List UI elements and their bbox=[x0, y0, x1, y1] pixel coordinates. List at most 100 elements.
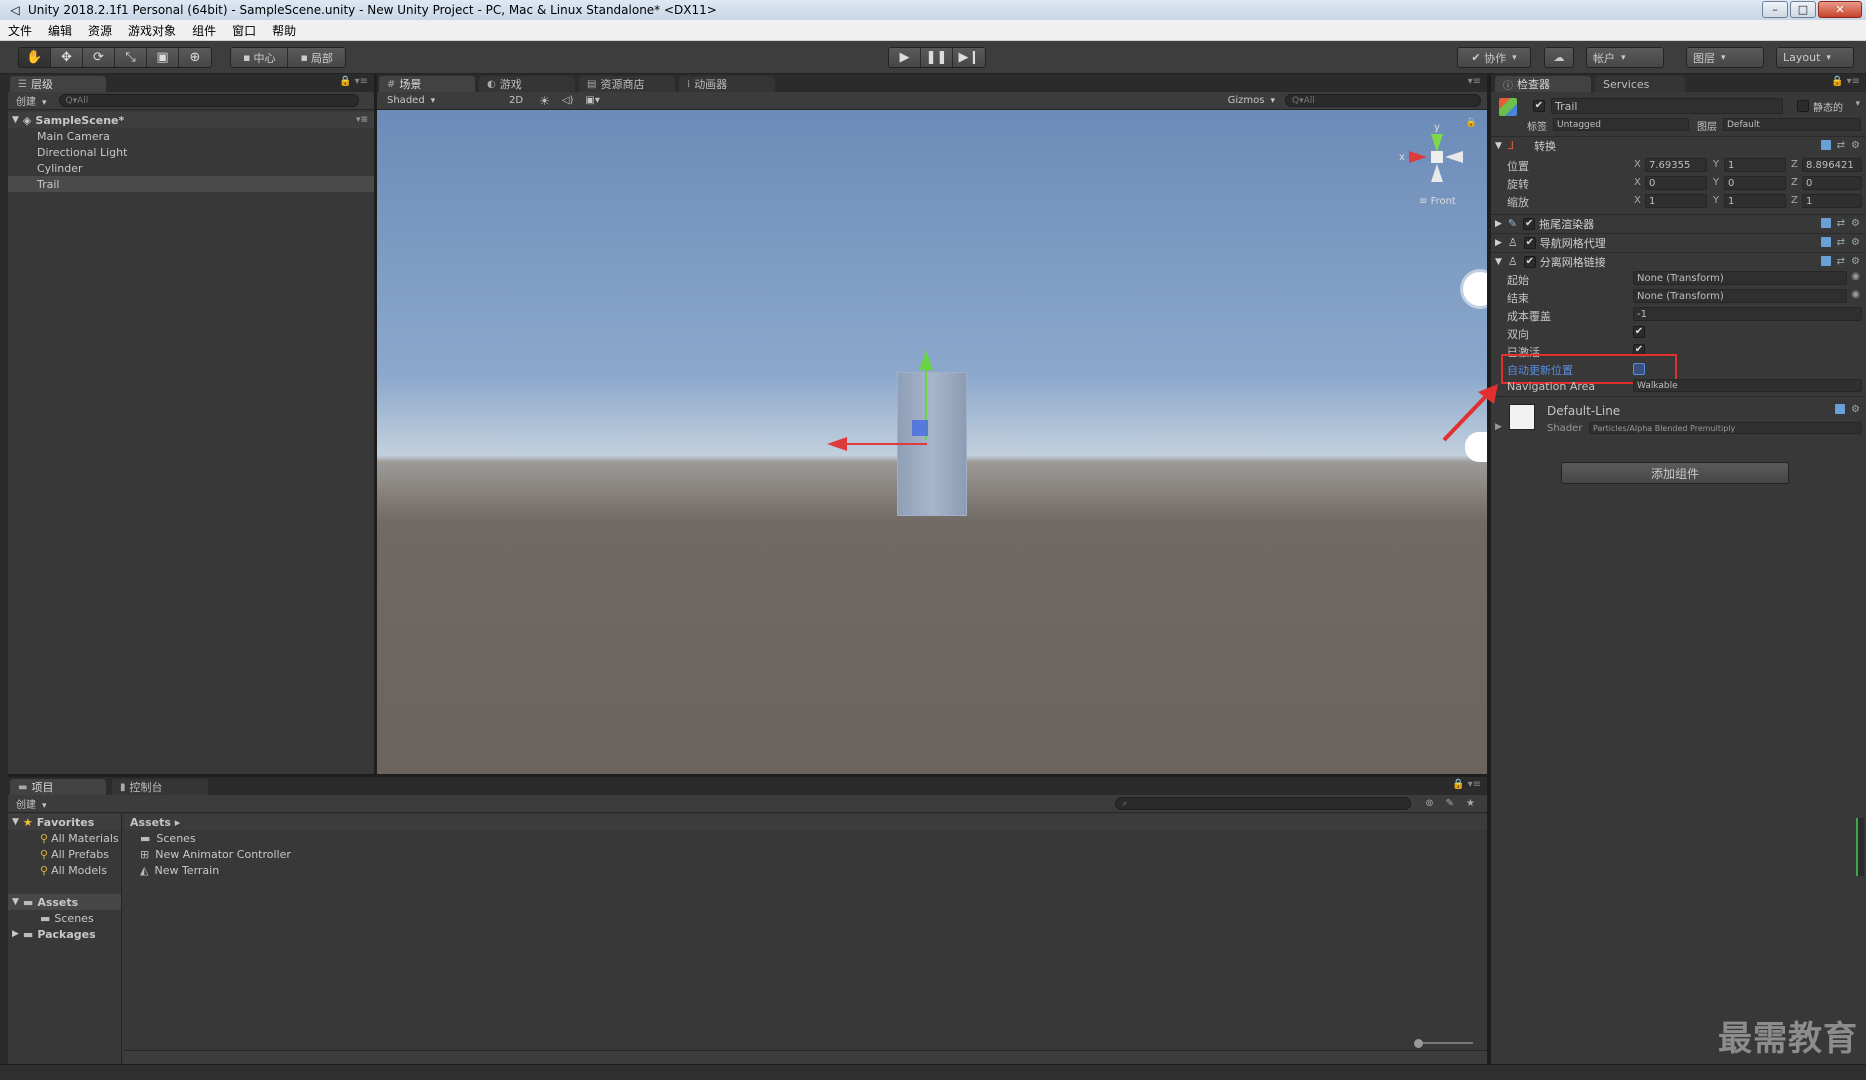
favorites-row[interactable]: ▼ ★ Favorites bbox=[8, 814, 121, 830]
help-book-icon[interactable] bbox=[1820, 237, 1831, 247]
navigation-area-dropdown[interactable]: Walkable bbox=[1633, 379, 1862, 392]
start-transform-field[interactable]: None (Transform) bbox=[1633, 271, 1847, 285]
maximize-button[interactable]: □ bbox=[1790, 1, 1816, 18]
position-y-input[interactable]: 1 bbox=[1724, 158, 1786, 172]
scale-tool-icon[interactable]: ⤡ bbox=[115, 48, 147, 67]
object-name-input[interactable]: Trail bbox=[1551, 98, 1783, 114]
minimize-button[interactable]: – bbox=[1762, 1, 1788, 18]
breadcrumb[interactable]: Assets ▸ bbox=[124, 814, 1487, 830]
assets-folder-item[interactable]: ▬ Scenes bbox=[8, 910, 121, 926]
static-checkbox[interactable] bbox=[1797, 100, 1809, 112]
scene-row[interactable]: ▼ ◈ SampleScene* ▾≡ bbox=[8, 112, 374, 128]
filter-type-icon[interactable]: ⊚ bbox=[1425, 798, 1433, 809]
layer-dropdown[interactable]: Default bbox=[1723, 118, 1861, 131]
hierarchy-item[interactable]: Main Camera bbox=[8, 128, 374, 144]
gizmo-z-cone-icon[interactable] bbox=[1445, 151, 1463, 163]
end-transform-field[interactable]: None (Transform) bbox=[1633, 289, 1847, 303]
panel-lock-menu-icon[interactable]: 🔒 ▾≡ bbox=[339, 76, 368, 87]
tag-dropdown[interactable]: Untagged bbox=[1553, 118, 1689, 131]
help-book-icon[interactable] bbox=[1820, 256, 1831, 266]
icon-size-slider[interactable] bbox=[1417, 1042, 1473, 1044]
rotation-z-input[interactable]: 0 bbox=[1802, 176, 1862, 190]
settings-gear-icon[interactable]: ⚙ bbox=[1851, 218, 1860, 229]
position-x-input[interactable]: 7.69355 bbox=[1645, 158, 1707, 172]
move-gizmo-y-arrow-icon[interactable] bbox=[919, 350, 933, 370]
tab-inspector[interactable]: ⓘ 检查器 bbox=[1495, 76, 1591, 92]
tab-services[interactable]: Services bbox=[1595, 76, 1685, 92]
menu-component[interactable]: 组件 bbox=[192, 22, 216, 39]
favorite-item[interactable]: ⚲ All Materials bbox=[8, 830, 121, 846]
foldout-arrow-icon[interactable]: ▼ bbox=[1495, 141, 1502, 151]
position-z-input[interactable]: 8.896421 bbox=[1802, 158, 1862, 172]
add-component-button[interactable]: 添加组件 bbox=[1561, 462, 1789, 484]
effects-dropdown-icon[interactable]: ▣▾ bbox=[585, 95, 599, 106]
gizmos-dropdown[interactable]: Gizmos bbox=[1228, 95, 1275, 106]
project-lock-menu-icon[interactable]: 🔒 ▾≡ bbox=[1452, 779, 1481, 790]
inspector-scrollbar[interactable] bbox=[1856, 818, 1864, 876]
play-button[interactable]: ▶ bbox=[889, 48, 921, 67]
foldout-arrow-icon[interactable]: ▶ bbox=[1495, 238, 1502, 248]
scene-viewport[interactable]: y x ≡ Front 🔒 bbox=[377, 110, 1487, 774]
favorite-star-icon[interactable]: ★ bbox=[1466, 798, 1475, 809]
preset-icon[interactable]: ⇄ bbox=[1837, 218, 1845, 229]
scene-menu-icon[interactable]: ▾≡ bbox=[356, 115, 368, 125]
help-book-icon[interactable] bbox=[1835, 404, 1846, 414]
transform-tool-icon[interactable]: ⊕ bbox=[179, 48, 211, 67]
splitter[interactable] bbox=[374, 74, 377, 774]
pause-button[interactable]: ❚❚ bbox=[921, 48, 953, 67]
offmesh-link-enabled-checkbox[interactable]: ✔ bbox=[1523, 255, 1536, 268]
help-book-icon[interactable] bbox=[1820, 218, 1831, 228]
project-create-dropdown[interactable]: 创建 bbox=[16, 796, 47, 811]
preset-icon[interactable]: ⇄ bbox=[1837, 140, 1845, 151]
preset-icon[interactable]: ⇄ bbox=[1837, 237, 1845, 248]
file-item[interactable]: ⊞ New Animator Controller bbox=[124, 846, 1487, 862]
tab-asset-store[interactable]: ▤ 资源商店 bbox=[579, 76, 675, 92]
move-gizmo-x-arrow-icon[interactable] bbox=[827, 437, 847, 451]
scene-menu-icon[interactable]: ▾≡ bbox=[1468, 76, 1481, 87]
scale-y-input[interactable]: 1 bbox=[1724, 194, 1786, 208]
favorite-item[interactable]: ⚲ All Models bbox=[8, 862, 121, 878]
pivot-local-toggle[interactable]: ▪ 局部 bbox=[288, 48, 345, 67]
object-picker-icon[interactable]: ◉ bbox=[1851, 271, 1860, 282]
move-gizmo-plane-handle[interactable] bbox=[912, 420, 928, 436]
scale-x-input[interactable]: 1 bbox=[1645, 194, 1707, 208]
layout-dropdown[interactable]: Layout bbox=[1776, 47, 1854, 68]
pivot-center-toggle[interactable]: ▪ 中心 bbox=[231, 48, 289, 67]
tab-project[interactable]: ▬ 项目 bbox=[10, 779, 106, 795]
move-tool-icon[interactable]: ✥ bbox=[51, 48, 83, 67]
gizmo-y-cone-icon[interactable] bbox=[1431, 134, 1443, 152]
toggle-2d[interactable]: 2D bbox=[509, 95, 523, 106]
tab-hierarchy[interactable]: ☰ 层级 bbox=[10, 76, 106, 92]
menu-help[interactable]: 帮助 bbox=[272, 22, 296, 39]
packages-row[interactable]: ▶ ▬ Packages bbox=[8, 926, 121, 942]
close-button[interactable]: ✕ bbox=[1818, 1, 1862, 18]
settings-gear-icon[interactable]: ⚙ bbox=[1851, 256, 1860, 267]
foldout-arrow-icon[interactable]: ▼ bbox=[1495, 257, 1502, 267]
rotate-tool-icon[interactable]: ⟳ bbox=[83, 48, 115, 67]
tab-game[interactable]: ◐ 游戏 bbox=[479, 76, 575, 92]
scale-z-input[interactable]: 1 bbox=[1802, 194, 1862, 208]
gizmo-down-cone-icon[interactable] bbox=[1431, 164, 1443, 182]
tab-console[interactable]: ▮ 控制台 bbox=[112, 779, 208, 795]
step-button[interactable]: ▶❙ bbox=[953, 48, 985, 67]
trail-renderer-header[interactable]: ▶ ✎ ✔ 拖尾渲染器 ⇄ ⚙ bbox=[1491, 214, 1866, 232]
move-gizmo-x-axis[interactable] bbox=[845, 443, 927, 445]
expand-arrow-icon[interactable]: ▶ bbox=[12, 929, 19, 939]
account-dropdown[interactable]: 帐户 bbox=[1586, 47, 1664, 68]
cost-override-input[interactable]: -1 bbox=[1633, 307, 1862, 321]
object-picker-icon[interactable]: ◉ bbox=[1851, 289, 1860, 300]
settings-gear-icon[interactable]: ⚙ bbox=[1851, 404, 1860, 415]
scene-search-input[interactable]: Q▾All bbox=[1285, 94, 1481, 107]
rotation-y-input[interactable]: 0 bbox=[1724, 176, 1786, 190]
menu-edit[interactable]: 编辑 bbox=[48, 22, 72, 39]
filter-label-icon[interactable]: ✎ bbox=[1446, 798, 1454, 809]
tab-animator[interactable]: ⁞ 动画器 bbox=[679, 76, 775, 92]
hierarchy-create-dropdown[interactable]: 创建 bbox=[16, 93, 47, 108]
rect-tool-icon[interactable]: ▣ bbox=[147, 48, 179, 67]
gizmo-lock-icon[interactable]: 🔒 bbox=[1466, 118, 1477, 128]
expand-arrow-icon[interactable]: ▼ bbox=[12, 817, 19, 827]
expand-arrow-icon[interactable]: ▼ bbox=[12, 897, 19, 907]
trail-renderer-enabled-checkbox[interactable]: ✔ bbox=[1523, 217, 1536, 230]
shading-dropdown[interactable]: Shaded bbox=[387, 95, 497, 106]
file-item[interactable]: ▬ Scenes bbox=[124, 830, 1487, 846]
